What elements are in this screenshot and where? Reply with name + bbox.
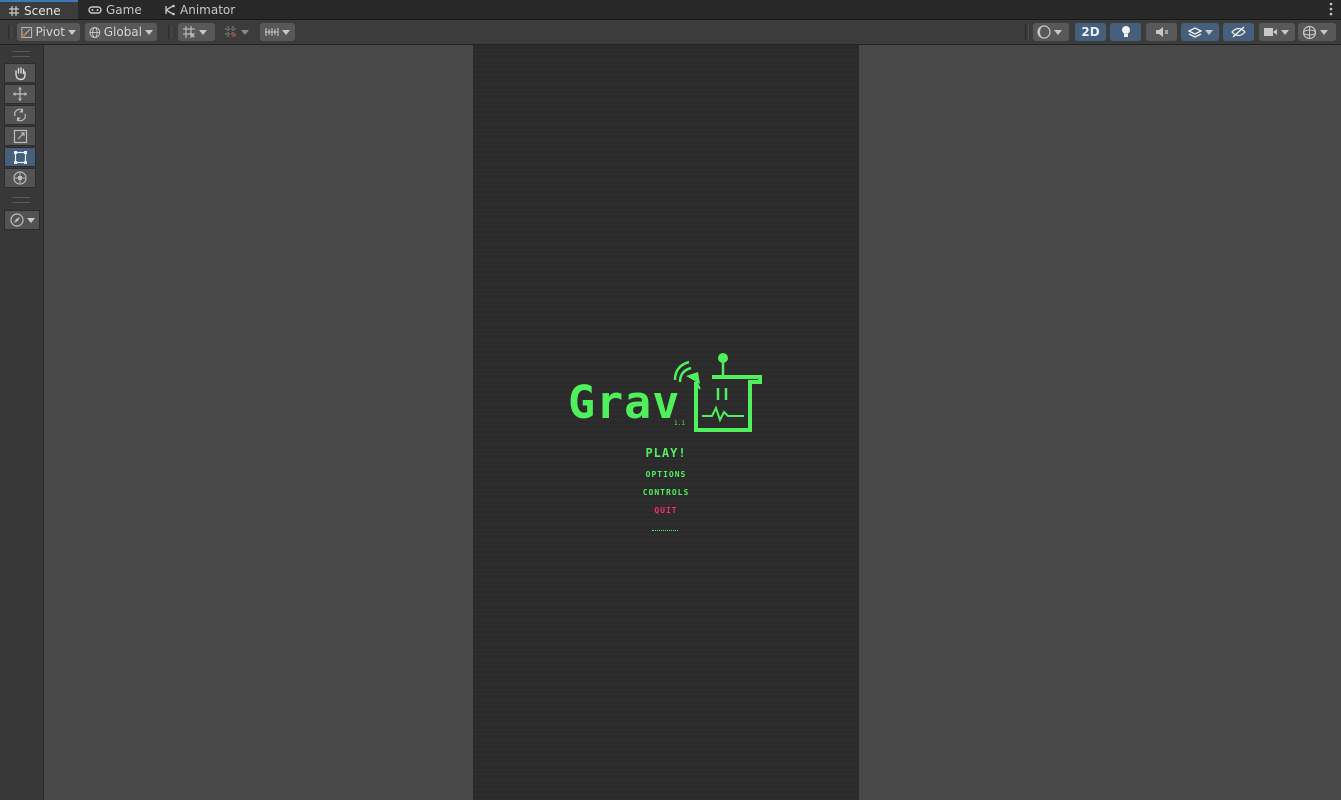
pivot-dropdown[interactable]: Pivot xyxy=(17,23,80,41)
effects-dropdown[interactable] xyxy=(1181,23,1219,41)
toolbar-separator xyxy=(1025,25,1029,39)
globe-icon xyxy=(89,26,101,38)
scene-lighting-toggle[interactable] xyxy=(1110,23,1141,41)
chevron-down-icon xyxy=(1204,29,1213,35)
tab-game-label: Game xyxy=(106,2,142,17)
tab-animator[interactable]: Animator xyxy=(156,0,243,19)
effects-layers-icon xyxy=(1187,26,1202,38)
transform-tool-button[interactable] xyxy=(4,168,36,188)
grid-snapping-dropdown[interactable] xyxy=(178,23,215,41)
chevron-down-icon xyxy=(1054,29,1062,35)
ruler-icon xyxy=(265,28,279,36)
transform-combo-icon xyxy=(13,171,27,185)
global-label: Global xyxy=(103,25,142,39)
audio-mute-icon xyxy=(1155,27,1168,37)
panel-grip[interactable] xyxy=(12,197,30,203)
footer-marker xyxy=(652,530,678,532)
move-arrows-icon xyxy=(13,87,27,101)
toggle-2d-button[interactable]: 2D xyxy=(1075,23,1106,41)
rect-transform-icon xyxy=(13,150,27,164)
options-button[interactable]: OPTIONS xyxy=(473,470,859,480)
controls-button[interactable]: CONTROLS xyxy=(473,488,859,498)
rect-tool-button[interactable] xyxy=(4,147,36,167)
hidden-eye-icon xyxy=(1231,26,1246,38)
toolbar-separator xyxy=(8,25,12,39)
animator-icon xyxy=(165,4,175,15)
grid-icon xyxy=(9,5,19,16)
chevron-down-icon xyxy=(1281,29,1289,35)
chevron-down-icon xyxy=(282,29,290,35)
chevron-down-icon xyxy=(1320,29,1328,35)
chevron-down-icon xyxy=(145,29,153,35)
view-tool-button[interactable] xyxy=(4,63,36,83)
scene-visibility-toggle[interactable] xyxy=(1223,23,1254,41)
pivot-icon xyxy=(21,26,33,38)
more-options-icon[interactable] xyxy=(1329,2,1333,16)
increment-snapping-dropdown[interactable] xyxy=(220,23,257,41)
toolbar-separator xyxy=(168,25,172,39)
camera-icon xyxy=(1264,28,1277,36)
tab-scene[interactable]: Scene xyxy=(0,0,78,19)
rotate-icon xyxy=(14,108,26,122)
gamepad-icon xyxy=(88,5,102,14)
compass-icon xyxy=(9,213,24,227)
hand-icon xyxy=(14,66,26,80)
audio-toggle[interactable] xyxy=(1146,23,1177,41)
chevron-down-icon xyxy=(199,29,207,35)
move-tool-button[interactable] xyxy=(4,84,36,104)
scale-icon xyxy=(13,129,27,143)
panel-grip[interactable] xyxy=(12,51,30,57)
chevron-down-icon xyxy=(241,29,249,35)
game-logo: Grav 1.1 xyxy=(566,350,766,440)
pivot-label: Pivot xyxy=(35,25,65,39)
toggle-2d-label: 2D xyxy=(1081,25,1100,39)
tools-overlay-panel xyxy=(0,45,44,800)
chevron-down-icon xyxy=(26,217,35,223)
scene-camera-dropdown[interactable] xyxy=(1259,23,1295,41)
scale-tool-button[interactable] xyxy=(4,126,36,146)
gizmo-icon xyxy=(1302,25,1317,39)
chevron-down-icon xyxy=(68,29,76,35)
draw-mode-dropdown[interactable] xyxy=(1033,23,1069,41)
logo-title: Grav xyxy=(568,376,681,429)
tab-animator-label: Animator xyxy=(180,2,236,17)
game-canvas: Grav 1.1 PLAY! OPTIONS CONTROLS QUIT xyxy=(473,45,859,800)
tab-scene-label: Scene xyxy=(24,3,61,18)
play-button[interactable]: PLAY! xyxy=(473,446,859,460)
version-label: 1.1 xyxy=(674,420,685,427)
global-dropdown[interactable]: Global xyxy=(85,23,157,41)
lightbulb-icon xyxy=(1121,26,1130,37)
shading-sphere-icon xyxy=(1037,25,1051,39)
grid-snap-icon xyxy=(183,26,195,38)
tab-game[interactable]: Game xyxy=(80,0,150,19)
scene-toolbar: Pivot Global 2D xyxy=(0,20,1341,45)
rotate-tool-button[interactable] xyxy=(4,105,36,125)
custom-tools-dropdown[interactable] xyxy=(4,210,40,230)
ruler-dropdown[interactable] xyxy=(260,23,295,41)
window-tab-bar: Scene Game Animator xyxy=(0,0,1341,20)
scene-viewport[interactable]: Grav 1.1 PLAY! OPTIONS CONTROLS QUIT xyxy=(44,45,1341,800)
gizmos-dropdown[interactable] xyxy=(1298,23,1336,41)
increment-snap-icon xyxy=(225,26,237,38)
quit-button[interactable]: QUIT xyxy=(473,506,859,516)
